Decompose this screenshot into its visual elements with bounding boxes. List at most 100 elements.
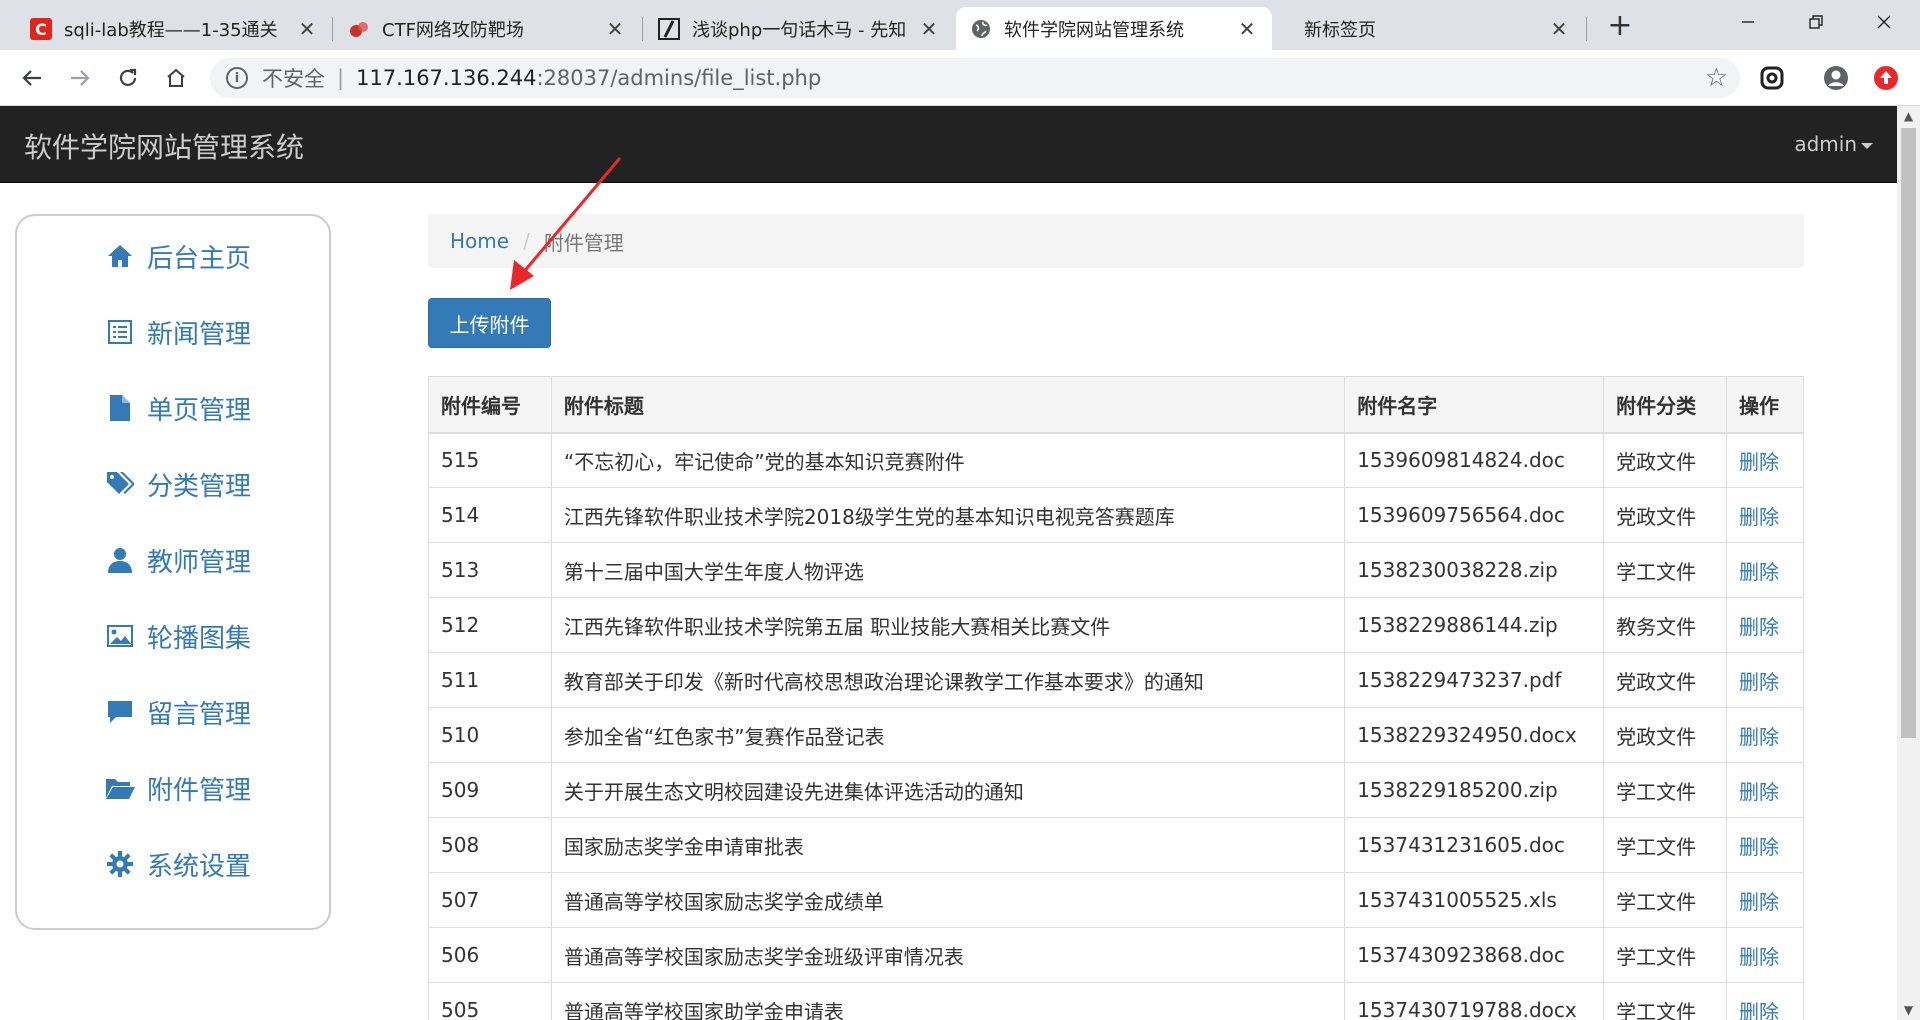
forward-arrow-icon — [71, 70, 90, 86]
delete-link[interactable]: 删除 — [1726, 927, 1804, 983]
close-window-button[interactable] — [1850, 0, 1918, 44]
cell-category: 党政文件 — [1603, 652, 1728, 708]
sidebar-item-pages[interactable]: 单页管理 — [105, 388, 251, 428]
table-row: 510 参加全省“红色家书”复赛作品登记表 1538229324950.docx 党政… — [428, 707, 1804, 763]
close-tab-icon[interactable]: ✕ — [918, 17, 940, 41]
delete-link[interactable]: 删除 — [1726, 487, 1804, 543]
reload-icon — [119, 68, 137, 86]
delete-link[interactable]: 删除 — [1726, 597, 1804, 653]
sidebar-item-categories[interactable]: 分类管理 — [105, 464, 251, 504]
profile-button[interactable] — [1820, 62, 1852, 94]
page-viewport: 软件学院网站管理系统 admin 后台主页 新闻管理 单页管理 分类管理 教师管… — [0, 106, 1897, 1020]
tab-admin-system[interactable]: 软件学院网站管理系统 ✕ — [956, 7, 1272, 50]
cell-id: 510 — [428, 707, 552, 763]
minimize-button[interactable] — [1714, 0, 1782, 44]
sidebar-item-carousel[interactable]: 轮播图集 — [105, 616, 251, 656]
delete-link[interactable]: 删除 — [1726, 707, 1804, 763]
sidebar-item-home[interactable]: 后台主页 — [105, 236, 251, 276]
back-button[interactable] — [14, 60, 50, 96]
tab-xianzhi[interactable]: 浅谈php一句话木马 - 先知 ✕ — [644, 7, 954, 50]
extension-button[interactable] — [1756, 62, 1788, 94]
sidebar-item-news[interactable]: 新闻管理 — [105, 312, 251, 352]
breadcrumb: Home / 附件管理 — [428, 214, 1804, 268]
close-tab-icon[interactable]: ✕ — [604, 17, 626, 41]
sidebar-item-label: 轮播图集 — [147, 623, 252, 654]
cell-filename: 1537430923868.doc — [1344, 927, 1605, 983]
cell-filename: 1539609814824.doc — [1344, 432, 1605, 488]
sidebar-item-label: 教师管理 — [147, 547, 252, 578]
sidebar-item-settings[interactable]: 系统设置 — [105, 844, 251, 884]
forward-button[interactable] — [62, 60, 98, 96]
bookmark-star-icon[interactable]: ☆ — [1705, 63, 1728, 93]
attachments-table: 附件编号 附件标题 附件名字 附件分类 操作 515 “不忘初心，牢记使命”党的基… — [428, 376, 1804, 1020]
delete-link[interactable]: 删除 — [1726, 542, 1804, 598]
scroll-down-arrow-icon[interactable]: ▼ — [1897, 1000, 1920, 1020]
table-body: 515 “不忘初心，牢记使命”党的基本知识竞赛附件 1539609814824.do… — [428, 432, 1804, 1020]
sidebar-item-attachments[interactable]: 附件管理 — [105, 768, 251, 808]
cell-id: 514 — [428, 487, 552, 543]
annotation-arrow — [510, 157, 622, 290]
info-icon[interactable]: i — [226, 67, 248, 89]
picture-icon — [105, 621, 135, 651]
address-bar[interactable]: i 不安全 | 117.167.136.244 :28037/admins/fi… — [210, 58, 1740, 98]
cell-title: 普通高等学校国家励志奖学金成绩单 — [550, 872, 1346, 928]
site-brand[interactable]: 软件学院网站管理系统 — [24, 126, 304, 166]
cell-title: 国家励志奖学金申请审批表 — [550, 817, 1346, 873]
table-row: 508 国家励志奖学金申请审批表 1537431231605.doc 学工文件 删除 — [428, 817, 1804, 873]
close-tab-icon[interactable]: ✕ — [1236, 17, 1258, 41]
cell-category: 学工文件 — [1603, 817, 1728, 873]
table-row: 513 第十三届中国大学生年度人物评选 1538230038228.zip 学工文件删… — [428, 542, 1804, 598]
update-button[interactable] — [1870, 62, 1902, 94]
cell-filename: 1539609756564.doc — [1344, 487, 1605, 543]
delete-link[interactable]: 删除 — [1726, 652, 1804, 708]
tab-title: 新标签页 — [1304, 19, 1376, 41]
scrollbar-thumb[interactable] — [1901, 128, 1916, 738]
sidebar-item-label: 后台主页 — [147, 243, 252, 274]
cell-id: 515 — [428, 432, 552, 488]
home-button[interactable] — [158, 60, 194, 96]
table-row: 511 教育部关于印发《新时代高校思想政治理论课教学工作基本要求》的通知 15382… — [428, 652, 1804, 708]
cell-category: 学工文件 — [1603, 927, 1728, 983]
cell-category: 学工文件 — [1603, 762, 1728, 818]
sidebar-item-messages[interactable]: 留言管理 — [105, 692, 251, 732]
browser-toolbar: i 不安全 | 117.167.136.244 :28037/admins/fi… — [0, 50, 1920, 106]
delete-link[interactable]: 删除 — [1726, 762, 1804, 818]
cell-category: 党政文件 — [1603, 707, 1728, 763]
sidebar-item-label: 附件管理 — [147, 775, 252, 806]
url-host: 117.167.136.244 — [356, 66, 537, 90]
delete-link[interactable]: 删除 — [1726, 432, 1804, 488]
reload-button[interactable] — [110, 60, 146, 96]
scroll-up-arrow-icon[interactable]: ▲ — [1897, 106, 1920, 126]
delete-link[interactable]: 删除 — [1726, 872, 1804, 928]
caret-down-icon — [1861, 142, 1873, 149]
tab-ctf[interactable]: CTF网络攻防靶场 ✕ — [334, 7, 640, 50]
sidebar-item-label: 单页管理 — [147, 395, 252, 426]
tab-title: 软件学院网站管理系统 — [1004, 19, 1184, 41]
page-scrollbar[interactable]: ▲ ▼ — [1897, 106, 1920, 1020]
admin-user-menu[interactable]: admin — [1794, 132, 1873, 156]
tab-new-tab-page[interactable]: 新标签页 ✕ — [1274, 7, 1584, 50]
table-row: 507 普通高等学校国家励志奖学金成绩单 1537431005525.xls 学工文件… — [428, 872, 1804, 928]
cell-category: 学工文件 — [1603, 982, 1728, 1020]
cell-id: 505 — [428, 982, 552, 1020]
home-icon — [105, 241, 135, 271]
close-tab-icon[interactable]: ✕ — [296, 17, 318, 41]
tab-divider — [1586, 17, 1587, 41]
new-tab-button[interactable]: + — [1602, 8, 1638, 44]
cell-filename: 1538229886144.zip — [1344, 597, 1605, 653]
sidebar-item-label: 分类管理 — [147, 471, 252, 502]
tab-title: 浅谈php一句话木马 - 先知 — [692, 19, 907, 41]
delete-link[interactable]: 删除 — [1726, 982, 1804, 1020]
sidebar-item-teachers[interactable]: 教师管理 — [105, 540, 251, 580]
browser-tab-bar: C sqli-lab教程——1-35通关 ✕ CTF网络攻防靶场 ✕ 浅谈php… — [0, 0, 1920, 50]
cell-category: 学工文件 — [1603, 542, 1728, 598]
close-tab-icon[interactable]: ✕ — [1548, 17, 1570, 41]
upload-attachment-button[interactable]: 上传附件 — [428, 298, 551, 348]
tab-title: CTF网络攻防靶场 — [382, 19, 524, 41]
home-outline-icon — [167, 68, 185, 87]
cell-category: 党政文件 — [1603, 487, 1728, 543]
cell-category: 党政文件 — [1603, 432, 1728, 488]
delete-link[interactable]: 删除 — [1726, 817, 1804, 873]
restore-button[interactable] — [1782, 0, 1850, 44]
tab-sqli-lab[interactable]: C sqli-lab教程——1-35通关 ✕ — [16, 7, 332, 50]
